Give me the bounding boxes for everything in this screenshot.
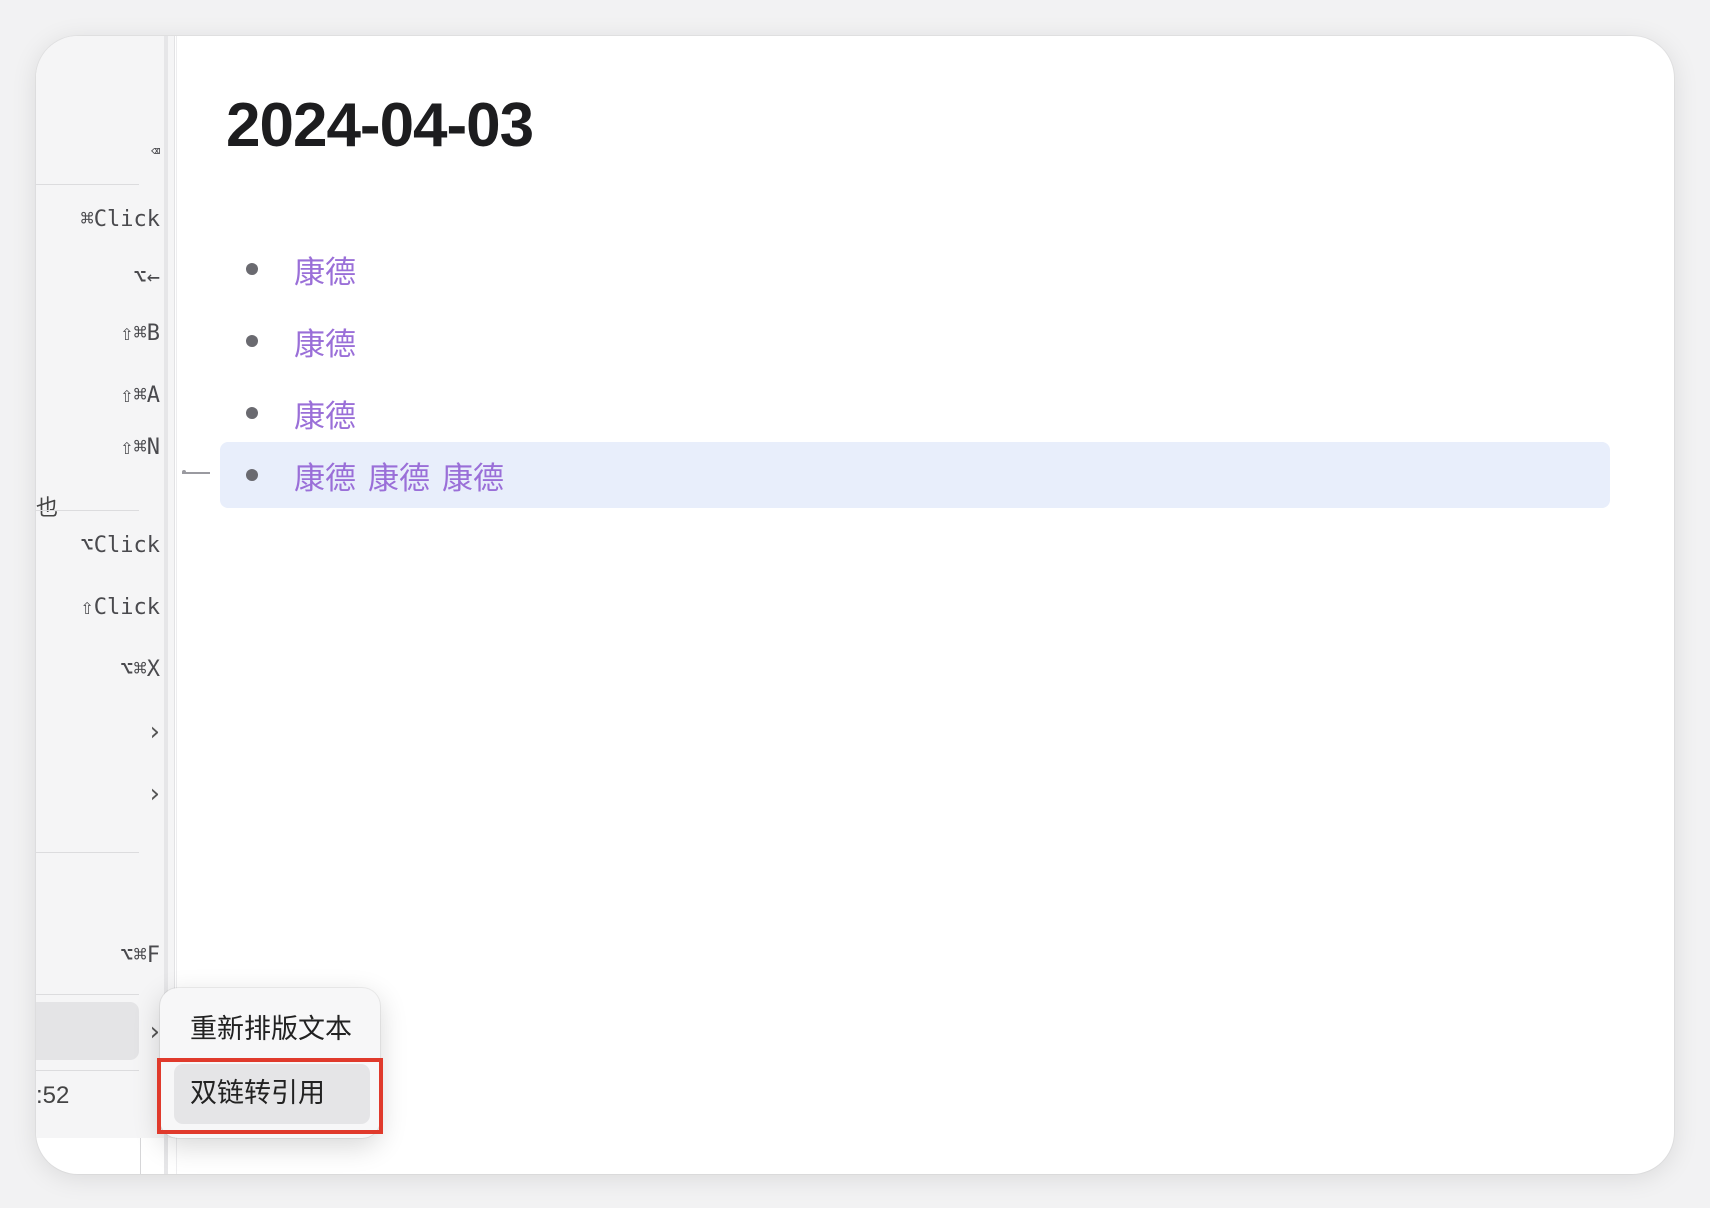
menu-item-submenu[interactable]: › bbox=[150, 774, 160, 814]
menu-item-active-bg[interactable] bbox=[36, 1002, 139, 1060]
delete-key-icon: ⌫ bbox=[150, 142, 160, 160]
menu-item-shortcut[interactable]: ⇧⌘B bbox=[120, 314, 160, 354]
chevron-right-icon: › bbox=[149, 1017, 160, 1047]
menu-item-label-clipped: 也 bbox=[36, 496, 59, 521]
menu-item-shortcut[interactable]: ⌥← bbox=[134, 258, 161, 298]
page-reference-link[interactable]: 康德 bbox=[294, 391, 356, 436]
menu-divider bbox=[36, 994, 139, 995]
chevron-right-icon: › bbox=[149, 717, 160, 747]
menu-item-submenu-active[interactable]: › bbox=[150, 1012, 160, 1052]
menu-item-shortcut[interactable]: ⌥Click bbox=[81, 526, 160, 566]
page-title: 2024-04-03 bbox=[226, 91, 534, 160]
block[interactable]: 康德 bbox=[220, 380, 1610, 446]
menu-item-shortcut[interactable]: ⇧Click bbox=[81, 588, 160, 628]
menu-item-shortcut[interactable]: ⌘Click bbox=[81, 200, 160, 240]
menu-divider bbox=[36, 510, 139, 511]
block[interactable]: 康德 bbox=[220, 236, 1610, 302]
page-reference-link[interactable]: 康德 bbox=[442, 453, 504, 498]
bullet-icon[interactable] bbox=[246, 469, 258, 481]
menu-item-shortcut[interactable]: ⇧⌘N bbox=[120, 428, 160, 468]
menu-divider bbox=[36, 184, 139, 185]
divider bbox=[140, 1138, 141, 1174]
context-menu: ⌫ ⌘Click ⌥← ⇧⌘B ⇧⌘A 也 ⇧⌘N ⌥Click ⇧Click … bbox=[36, 36, 175, 1138]
drag-handle-icon[interactable] bbox=[182, 472, 210, 474]
chevron-right-icon: › bbox=[149, 779, 160, 809]
menu-item-shortcut[interactable]: ⌥⌘F bbox=[120, 936, 160, 976]
menu-item-shortcut[interactable]: ⇧⌘A bbox=[120, 376, 160, 416]
page-reference-link[interactable]: 康德 bbox=[294, 453, 356, 498]
bullet-icon[interactable] bbox=[246, 407, 258, 419]
page-reference-link[interactable]: 康德 bbox=[294, 247, 356, 292]
submenu-item-reformat-text[interactable]: 重新排版文本 bbox=[174, 1000, 370, 1060]
block-selected[interactable]: 康德 康德 康德 bbox=[220, 442, 1610, 508]
bullet-icon[interactable] bbox=[246, 335, 258, 347]
page-reference-link[interactable]: 康德 bbox=[294, 319, 356, 364]
app-window: ⌫ ⌘Click ⌥← ⇧⌘B ⇧⌘A 也 ⇧⌘N ⌥Click ⇧Click … bbox=[36, 36, 1674, 1174]
menu-item-delete[interactable]: ⌫ bbox=[151, 130, 160, 170]
block[interactable]: 康德 bbox=[220, 308, 1610, 374]
menu-item-shortcut[interactable]: ⌥⌘X bbox=[120, 650, 160, 690]
highlight-annotation-box bbox=[157, 1058, 383, 1134]
menu-item-submenu[interactable]: › bbox=[150, 712, 160, 752]
menu-divider bbox=[36, 1070, 139, 1071]
page-reference-link[interactable]: 康德 bbox=[368, 453, 430, 498]
bullet-icon[interactable] bbox=[246, 263, 258, 275]
menu-footer-time: :52 bbox=[36, 1082, 70, 1109]
menu-divider bbox=[36, 852, 139, 853]
